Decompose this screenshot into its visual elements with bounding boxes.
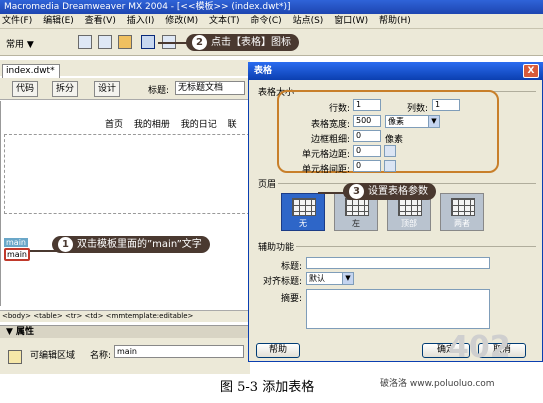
split-view-button[interactable]: 拆分 bbox=[52, 81, 79, 97]
nav-contact[interactable]: 联 bbox=[228, 120, 237, 130]
header-option-none-label: 无 bbox=[299, 219, 307, 228]
callout-1-text: 双击模板里面的”main”文字 bbox=[77, 239, 202, 250]
chevron-down-icon: ▼ bbox=[428, 116, 439, 127]
menu-help[interactable]: 帮助(H) bbox=[379, 16, 411, 26]
callout-2-number: 2 bbox=[192, 35, 207, 50]
editable-region-tag[interactable]: main bbox=[4, 238, 28, 247]
align-caption-select[interactable]: 默认 ▼ bbox=[306, 272, 354, 285]
menu-site[interactable]: 站点(S) bbox=[293, 16, 324, 26]
callout-3-number: 3 bbox=[349, 184, 364, 199]
padding-input[interactable]: 0 bbox=[353, 145, 381, 157]
properties-header[interactable]: ▼ 属性 bbox=[0, 325, 250, 338]
window-title: Macromedia Dreamweaver MX 2004 - [<<模板>>… bbox=[0, 0, 543, 14]
callout-2-arrow bbox=[158, 42, 188, 44]
dialog-title: 表格 bbox=[248, 62, 543, 80]
menu-bar: 文件(F) 编辑(E) 查看(V) 插入(I) 修改(M) 文本(T) 命令(C… bbox=[0, 14, 543, 29]
header-option-top-label: 顶部 bbox=[401, 219, 417, 228]
cell-padding-icon bbox=[384, 145, 396, 157]
nav-album[interactable]: 我的相册 bbox=[134, 120, 170, 130]
rows-label: 行数: bbox=[328, 104, 350, 114]
spacing-label: 单元格间距: bbox=[301, 165, 350, 175]
caption-label: 标题: bbox=[280, 262, 302, 272]
design-view-button[interactable]: 设计 bbox=[94, 81, 121, 97]
menu-modify[interactable]: 修改(M) bbox=[165, 16, 198, 26]
region-name-label: 名称: bbox=[90, 351, 112, 361]
chevron-down-icon: ▼ bbox=[342, 273, 353, 284]
callout-2: 2 点击【表格】图标 bbox=[186, 34, 299, 51]
table-top-header-icon bbox=[398, 198, 422, 216]
region-type-label: 可编辑区域 bbox=[30, 351, 76, 361]
border-unit: 像素 bbox=[385, 135, 404, 145]
template-nav: 首页 我的相册 我的日记 联 bbox=[105, 117, 245, 130]
watermark-number: 402 bbox=[448, 330, 511, 365]
access-group-label: 辅助功能 bbox=[256, 240, 297, 253]
close-icon[interactable]: X bbox=[523, 64, 539, 78]
menu-edit[interactable]: 编辑(E) bbox=[43, 16, 74, 26]
callout-1-number: 1 bbox=[58, 237, 73, 252]
callout-2-text: 点击【表格】图标 bbox=[211, 37, 291, 48]
help-button[interactable]: 帮助 bbox=[256, 343, 300, 358]
nav-home[interactable]: 首页 bbox=[105, 120, 123, 130]
menu-window[interactable]: 窗口(W) bbox=[334, 16, 368, 26]
insert-table-icon[interactable] bbox=[141, 35, 155, 49]
header-group-label: 页眉 bbox=[256, 177, 279, 190]
editable-region-text[interactable]: main bbox=[4, 248, 30, 261]
summary-textarea[interactable] bbox=[306, 289, 490, 329]
callout-3: 3 设置表格参数 bbox=[343, 183, 436, 200]
doc-title-input[interactable]: 无标题文档 bbox=[175, 81, 245, 95]
header-option-left-label: 左 bbox=[352, 219, 360, 228]
insert-category-select[interactable]: 常用 ▼ bbox=[6, 37, 34, 50]
tag-selector[interactable]: <body> <table> <tr> <td> <mmtemplate:edi… bbox=[0, 310, 250, 322]
spacing-input[interactable]: 0 bbox=[353, 160, 381, 172]
named-anchor-icon[interactable] bbox=[118, 35, 132, 49]
rows-input[interactable]: 1 bbox=[353, 99, 381, 111]
padding-label: 单元格边距: bbox=[301, 150, 350, 160]
editable-region-icon bbox=[8, 350, 22, 364]
menu-file[interactable]: 文件(F) bbox=[2, 16, 32, 26]
document-tab[interactable]: index.dwt* bbox=[2, 64, 60, 78]
email-link-icon[interactable] bbox=[98, 35, 112, 49]
border-label: 边框粗细: bbox=[310, 135, 350, 145]
width-unit-select[interactable]: 像素 ▼ bbox=[385, 115, 440, 128]
hyperlink-icon[interactable] bbox=[78, 35, 92, 49]
summary-label: 摘要: bbox=[280, 294, 302, 304]
menu-commands[interactable]: 命令(C) bbox=[250, 16, 281, 26]
width-unit-value: 像素 bbox=[388, 117, 404, 126]
table-both-header-icon bbox=[451, 198, 475, 216]
table-none-icon bbox=[292, 198, 316, 216]
document-toolbar: 代码 拆分 设计 标题: 无标题文档 bbox=[0, 78, 250, 100]
site-watermark: 破洛洛 www.poluoluo.com bbox=[380, 379, 495, 389]
nav-diary[interactable]: 我的日记 bbox=[181, 120, 217, 130]
cols-input[interactable]: 1 bbox=[432, 99, 460, 111]
width-label: 表格宽度: bbox=[310, 120, 350, 130]
border-input[interactable]: 0 bbox=[353, 130, 381, 142]
access-group-rule bbox=[256, 246, 536, 247]
align-caption-label: 对齐标题: bbox=[262, 277, 302, 287]
menu-insert[interactable]: 插入(I) bbox=[127, 16, 155, 26]
callout-1: 1 双击模板里面的”main”文字 bbox=[52, 236, 210, 253]
caption-input[interactable] bbox=[306, 257, 490, 269]
header-option-both[interactable]: 两者 bbox=[440, 193, 484, 231]
menu-text[interactable]: 文本(T) bbox=[209, 16, 240, 26]
callout-3-text: 设置表格参数 bbox=[368, 186, 428, 197]
figure-caption: 图 5-3 添加表格 bbox=[220, 380, 315, 395]
align-caption-value: 默认 bbox=[309, 274, 325, 283]
table-left-header-icon bbox=[345, 198, 369, 216]
header-option-both-label: 两者 bbox=[454, 219, 470, 228]
width-input[interactable]: 500 bbox=[353, 115, 381, 127]
region-name-input[interactable]: main bbox=[114, 345, 244, 358]
doc-title-label: 标题: bbox=[148, 86, 170, 96]
layout-frame bbox=[4, 134, 250, 214]
header-option-none[interactable]: 无 bbox=[281, 193, 325, 231]
cell-spacing-icon bbox=[384, 160, 396, 172]
menu-view[interactable]: 查看(V) bbox=[85, 16, 116, 26]
cols-label: 列数: bbox=[406, 104, 428, 114]
code-view-button[interactable]: 代码 bbox=[12, 81, 39, 97]
